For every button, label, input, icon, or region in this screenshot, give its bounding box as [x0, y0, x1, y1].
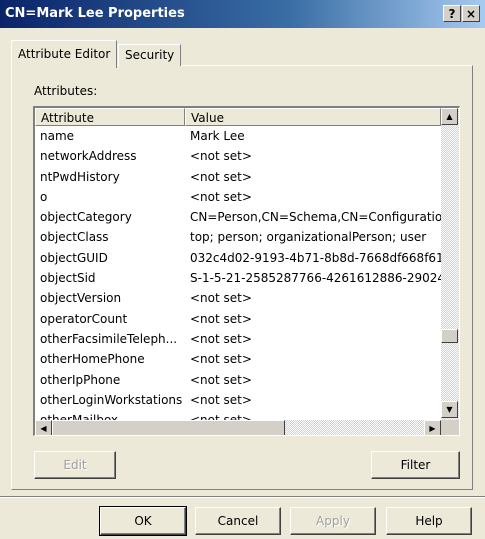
vertical-scroll-thumb[interactable] [441, 329, 458, 343]
scroll-left-icon: ◀ [40, 423, 47, 433]
list-item[interactable]: otherLoginWorkstations <not set> [35, 390, 441, 410]
attribute-value-cell: S-1-5-21-2585287766-4261612886-2902451 [190, 271, 441, 286]
close-button[interactable]: × [462, 5, 480, 22]
horizontal-scroll-thumb[interactable] [52, 420, 285, 435]
divider [0, 496, 485, 498]
window-title: CN=Mark Lee Properties [5, 6, 185, 21]
attribute-name-cell: objectGUID [40, 250, 108, 265]
scroll-right-icon: ▶ [429, 423, 436, 433]
attribute-value-cell: <not set> [190, 392, 252, 407]
ok-button[interactable]: OK [99, 506, 187, 536]
attribute-name-cell: name [40, 129, 75, 143]
list-header: Attribute Value [35, 108, 441, 126]
edit-button[interactable]: Edit [34, 451, 116, 479]
list-item[interactable]: name Mark Lee [35, 126, 441, 146]
list-item[interactable]: o <not set> [35, 187, 441, 207]
list-item[interactable]: objectGUID 032c4d02-9193-4b71-8b8d-7668df… [35, 248, 441, 268]
attribute-value-cell: top; person; organizationalPerson; user [190, 230, 427, 245]
scroll-down-icon: ▼ [446, 404, 453, 414]
attribute-value-cell: <not set> [190, 291, 252, 306]
tab-attribute-editor[interactable]: Attribute Editor [11, 40, 118, 68]
attribute-name-cell: o [40, 189, 48, 204]
help-button[interactable]: Help [386, 507, 472, 535]
attribute-value-cell: <not set> [190, 189, 252, 204]
list-item[interactable]: operatorCount <not set> [35, 309, 441, 329]
attribute-name-cell: operatorCount [40, 311, 128, 326]
properties-dialog: CN=Mark Lee Properties ? × Attribute Edi… [0, 0, 485, 539]
attribute-value-cell: <not set> [190, 311, 252, 326]
list-item[interactable]: otherHomePhone <not set> [35, 349, 441, 369]
attribute-name-cell: otherFacsimileTeleph... [40, 331, 178, 346]
tab-label: Attribute Editor [18, 47, 111, 61]
attribute-value-cell: <not set> [190, 352, 252, 367]
tab-security[interactable]: Security [118, 44, 182, 66]
attribute-name-cell: otherLoginWorkstations [40, 392, 183, 407]
apply-button[interactable]: Apply [290, 507, 376, 535]
scroll-left-button[interactable]: ◀ [35, 420, 52, 435]
attribute-value-cell: CN=Person,CN=Schema,CN=Configuration,D [190, 210, 441, 225]
scroll-up-icon: ▲ [446, 111, 453, 121]
attributes-label: Attributes: [34, 84, 98, 98]
list-item[interactable]: objectCategory CN=Person,CN=Schema,CN=Con… [35, 207, 441, 227]
list-rows: name Mark Lee networkAddress <not set> ntPwd… [35, 126, 441, 422]
attribute-name-cell: otherIpPhone [40, 372, 121, 387]
list-item[interactable]: ntPwdHistory <not set> [35, 167, 441, 187]
attribute-value-cell: <not set> [190, 169, 252, 184]
attribute-name-cell: ntPwdHistory [40, 169, 120, 184]
attribute-value-cell: <not set> [190, 149, 252, 164]
vertical-scrollbar[interactable]: ▲ ▼ [441, 108, 459, 420]
scroll-up-button[interactable]: ▲ [441, 108, 458, 125]
filter-button[interactable]: Filter [371, 451, 460, 479]
list-item[interactable]: otherIpPhone <not set> [35, 370, 441, 390]
tab-label: Security [125, 48, 175, 62]
attribute-name-cell: objectVersion [40, 291, 122, 306]
column-header-attribute[interactable]: Attribute [35, 108, 185, 126]
scroll-down-button[interactable]: ▼ [441, 401, 458, 418]
attribute-value-cell: <not set> [190, 331, 252, 346]
list-item[interactable]: objectClass top; person; organizationalPe… [35, 227, 441, 247]
help-caption-button[interactable]: ? [443, 5, 461, 22]
horizontal-scrollbar[interactable]: ◀ ▶ [35, 420, 441, 435]
close-icon: × [465, 6, 477, 21]
column-header-value[interactable]: Value [185, 108, 441, 126]
scrollbar-corner [441, 420, 459, 435]
attribute-value-cell: 032c4d02-9193-4b71-8b8d-7668df668f61 [190, 250, 441, 265]
help-icon: ? [448, 6, 456, 21]
cancel-button[interactable]: Cancel [195, 507, 281, 535]
attributes-list[interactable]: Attribute Value name Mark Lee networkAddre… [33, 106, 460, 436]
attribute-value-cell: <not set> [190, 372, 252, 387]
list-item[interactable]: objectVersion <not set> [35, 288, 441, 308]
attribute-name-cell: otherHomePhone [40, 352, 145, 367]
attribute-name-cell: networkAddress [40, 149, 137, 164]
attribute-name-cell: objectCategory [40, 210, 132, 225]
attribute-name-cell: objectClass [40, 230, 109, 245]
title-bar[interactable]: CN=Mark Lee Properties ? × [0, 0, 485, 28]
list-item[interactable]: objectSid S-1-5-21-2585287766-4261612886-… [35, 268, 441, 288]
attribute-value-cell: Mark Lee [190, 129, 245, 143]
attribute-name-cell: objectSid [40, 271, 96, 286]
list-item[interactable]: networkAddress <not set> [35, 146, 441, 166]
list-item[interactable]: otherFacsimileTeleph... <not set> [35, 329, 441, 349]
scroll-right-button[interactable]: ▶ [424, 420, 441, 435]
